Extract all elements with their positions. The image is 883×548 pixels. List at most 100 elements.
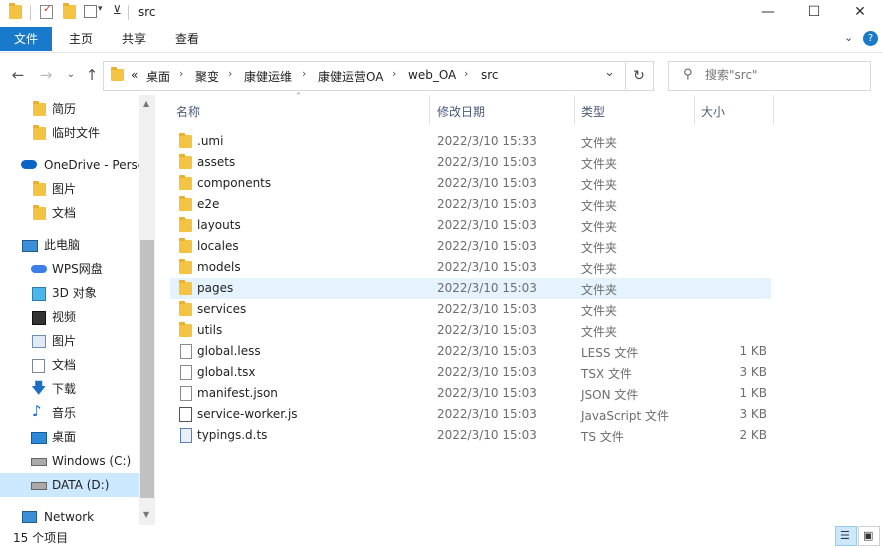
ribbon-expand-chevron-icon[interactable]: ⌄ (844, 31, 853, 44)
table-row[interactable]: manifest.json 2022/3/10 15:03 JSON 文件 1 … (170, 383, 771, 404)
sidebar-item-this-pc[interactable]: 此电脑 (0, 233, 140, 257)
sidebar-item-pictures[interactable]: 图片 (0, 329, 140, 353)
sidebar-item-resume[interactable]: 简历 (0, 97, 140, 121)
sidebar-item-label: 临时文件 (52, 126, 101, 140)
sidebar-item-drive-d[interactable]: DATA (D:) (0, 473, 140, 497)
large-icons-view-button[interactable]: ▣ (858, 526, 880, 546)
breadcrumb-item[interactable]: src (481, 68, 499, 82)
up-arrow-icon[interactable]: ↑ (82, 65, 102, 85)
table-row[interactable]: services 2022/3/10 15:03 文件夹 (170, 299, 771, 320)
maximize-button[interactable]: ☐ (791, 0, 837, 26)
sidebar-item-drive-c[interactable]: Windows (C:) (0, 449, 140, 473)
breadcrumb-item[interactable]: 聚变 (195, 68, 219, 85)
table-row[interactable]: assets 2022/3/10 15:03 文件夹 (170, 152, 771, 173)
breadcrumb-separator-icon[interactable]: › (302, 67, 306, 80)
column-divider[interactable] (574, 95, 575, 125)
breadcrumb-separator-icon[interactable]: › (464, 67, 468, 80)
search-icon: ⚲ (683, 67, 693, 82)
back-arrow-icon[interactable]: ← (8, 65, 28, 85)
table-row[interactable]: global.tsx 2022/3/10 15:03 TSX 文件 3 KB (170, 362, 771, 383)
column-divider[interactable] (694, 95, 695, 125)
customize-toolbar-icon[interactable]: ⊻ (113, 3, 122, 17)
table-row[interactable]: utils 2022/3/10 15:03 文件夹 (170, 320, 771, 341)
breadcrumb-item[interactable]: 康健运维 (244, 68, 292, 85)
column-divider[interactable] (429, 95, 430, 125)
column-divider[interactable] (773, 95, 774, 125)
table-row[interactable]: e2e 2022/3/10 15:03 文件夹 (170, 194, 771, 215)
table-row[interactable]: components 2022/3/10 15:03 文件夹 (170, 173, 771, 194)
table-row[interactable]: locales 2022/3/10 15:03 文件夹 (170, 236, 771, 257)
sidebar-item-documents[interactable]: 文档 (0, 353, 140, 377)
help-icon[interactable]: ? (863, 31, 878, 46)
view-options-icon[interactable] (84, 5, 97, 18)
sidebar-item-onedrive-documents[interactable]: 文档 (0, 201, 140, 225)
qa-chevron-down-icon[interactable]: ▾ (98, 4, 103, 14)
sidebar-item-downloads[interactable]: 🡇 下载 (0, 377, 140, 401)
properties-icon[interactable]: ✓ (40, 2, 53, 19)
sidebar-item-onedrive-pictures[interactable]: 图片 (0, 177, 140, 201)
tab-home[interactable]: 主页 (58, 27, 104, 51)
search-input[interactable] (705, 66, 860, 84)
file-icon (180, 386, 192, 401)
breadcrumb-separator-icon[interactable]: › (228, 67, 232, 80)
sidebar-item-music[interactable]: ♪ 音乐 (0, 401, 140, 425)
column-header-date[interactable]: 修改日期 (437, 103, 485, 120)
refresh-button[interactable]: ↻ (625, 61, 654, 91)
sidebar-item-label: 文档 (52, 358, 77, 372)
scroll-down-icon[interactable]: ▼ (143, 510, 149, 519)
file-size: 2 KB (739, 428, 767, 442)
tab-view[interactable]: 查看 (164, 27, 210, 51)
close-button[interactable]: ✕ (837, 0, 883, 26)
sidebar-item-wps-cloud[interactable]: WPS网盘 (0, 257, 140, 281)
sidebar-item-label: DATA (D:) (52, 478, 110, 492)
item-count: 15 个项目 (13, 531, 69, 545)
table-row[interactable]: global.less 2022/3/10 15:03 LESS 文件 1 KB (170, 341, 771, 362)
sidebar-item-videos[interactable]: 视频 (0, 305, 140, 329)
file-name: assets (197, 155, 236, 169)
file-type: 文件夹 (581, 304, 618, 318)
table-row[interactable]: typings.d.ts 2022/3/10 15:03 TS 文件 2 KB (170, 425, 771, 446)
breadcrumb-item[interactable]: 康健运营OA (318, 68, 383, 85)
file-name: .umi (197, 134, 224, 148)
table-row[interactable]: models 2022/3/10 15:03 文件夹 (170, 257, 771, 278)
file-date: 2022/3/10 15:03 (437, 281, 537, 295)
address-dropdown-icon[interactable]: ⌄ (604, 65, 615, 80)
breadcrumb-separator-icon[interactable]: › (392, 67, 396, 80)
breadcrumb-item[interactable]: 桌面 (146, 68, 170, 85)
sidebar-item-temp-files[interactable]: 临时文件 (0, 121, 140, 145)
details-view-button[interactable]: ☰ (835, 526, 857, 546)
table-row[interactable]: .umi 2022/3/10 15:33 文件夹 (170, 131, 771, 152)
table-row[interactable]: pages 2022/3/10 15:03 文件夹 (170, 278, 771, 299)
tab-share[interactable]: 共享 (111, 27, 157, 51)
file-size: 1 KB (739, 344, 767, 358)
table-row[interactable]: layouts 2022/3/10 15:03 文件夹 (170, 215, 771, 236)
scroll-up-icon[interactable]: ▲ (143, 99, 149, 108)
tab-file[interactable]: 文件 (0, 27, 52, 51)
address-bar[interactable]: « 桌面 › 聚变 › 康健运维 › 康健运营OA › web_OA › src… (103, 61, 626, 91)
minimize-button[interactable]: — (745, 0, 791, 26)
sidebar-item-desktop[interactable]: 桌面 (0, 425, 140, 449)
sort-ascending-icon: ˄ (296, 92, 301, 103)
drive-icon (31, 458, 47, 466)
table-row[interactable]: service-worker.js 2022/3/10 15:03 JavaSc… (170, 404, 771, 425)
file-name: layouts (197, 218, 241, 232)
folder-icon (9, 3, 22, 19)
file-date: 2022/3/10 15:03 (437, 155, 537, 169)
new-folder-icon[interactable] (63, 3, 76, 19)
breadcrumb-item[interactable]: web_OA (408, 68, 456, 82)
forward-arrow-icon[interactable]: → (36, 65, 56, 85)
documents-icon (32, 359, 45, 373)
file-date: 2022/3/10 15:03 (437, 302, 537, 316)
breadcrumb-overflow[interactable]: « (131, 68, 138, 82)
sidebar-item-3d-objects[interactable]: 3D 对象 (0, 281, 140, 305)
sidebar-item-onedrive[interactable]: OneDrive - Personal (0, 153, 140, 177)
column-header-type[interactable]: 类型 (581, 103, 605, 120)
column-header-name[interactable]: 名称 (176, 103, 200, 120)
file-name: components (197, 176, 272, 190)
search-box[interactable]: ⚲ (668, 61, 871, 91)
breadcrumb-separator-icon[interactable]: › (179, 67, 183, 80)
column-header-size[interactable]: 大小 (701, 103, 725, 120)
folder-icon (179, 322, 192, 337)
recent-locations-chevron-icon[interactable]: ⌄ (61, 65, 81, 85)
scrollbar-thumb[interactable] (140, 240, 154, 498)
